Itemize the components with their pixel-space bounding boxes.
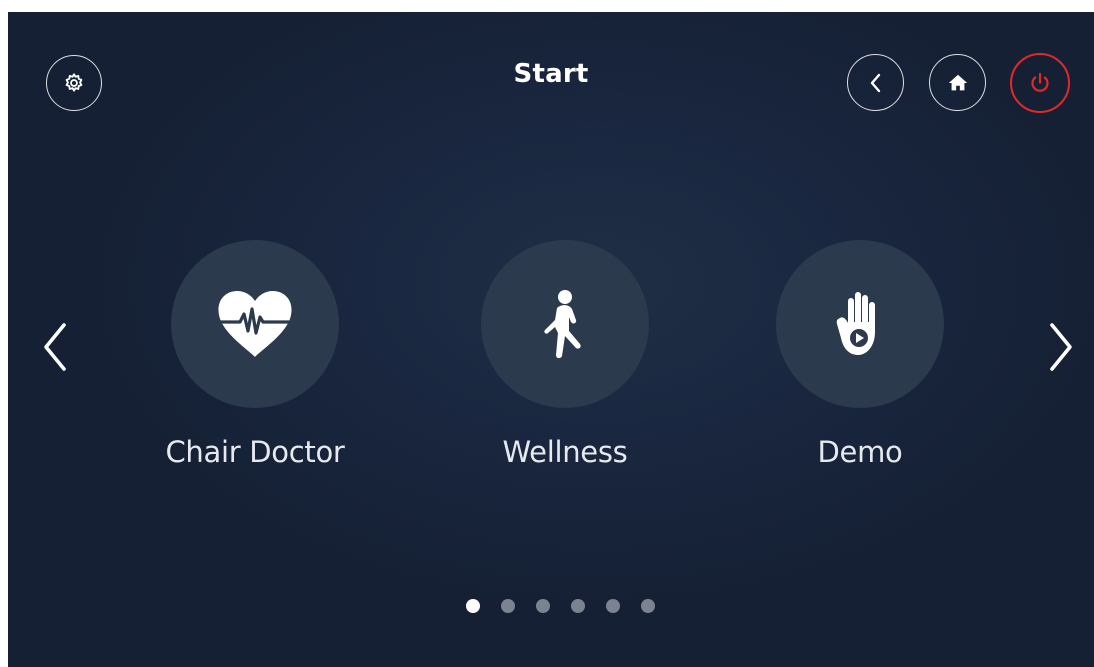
page-dot[interactable] [501,599,515,613]
chevron-right-icon [1050,323,1072,371]
power-icon [1031,72,1049,92]
carousel-prev-button[interactable] [35,317,75,377]
page-indicator [466,599,655,613]
tile-label: Demo [817,435,903,469]
back-button[interactable] [847,54,904,111]
chevron-left-icon [870,73,880,92]
page-dot[interactable] [466,599,480,613]
start-screen: Start Chair Doctor Wellness Demo [8,12,1094,667]
tile-chair-doctor[interactable]: Chair Doctor [135,240,375,480]
home-button[interactable] [929,54,986,111]
tile-label: Wellness [502,435,628,469]
carousel-next-button[interactable] [1041,317,1081,377]
tile-icon-circle [171,240,339,408]
settings-button[interactable] [46,55,102,111]
home-icon [948,74,967,90]
power-button[interactable] [1010,53,1070,113]
tile-demo[interactable]: Demo [740,240,980,480]
chevron-left-icon [44,323,66,371]
tile-icon-circle [776,240,944,408]
walking-person-icon [544,290,581,359]
hand-play-icon [836,292,875,355]
page-dot[interactable] [571,599,585,613]
page-dot[interactable] [536,599,550,613]
tile-icon-circle [481,240,649,408]
gear-icon [65,73,83,92]
heart-pulse-icon [216,291,294,357]
tile-label: Chair Doctor [165,435,345,469]
page-dot[interactable] [641,599,655,613]
page-dot[interactable] [606,599,620,613]
tile-wellness[interactable]: Wellness [445,240,685,480]
